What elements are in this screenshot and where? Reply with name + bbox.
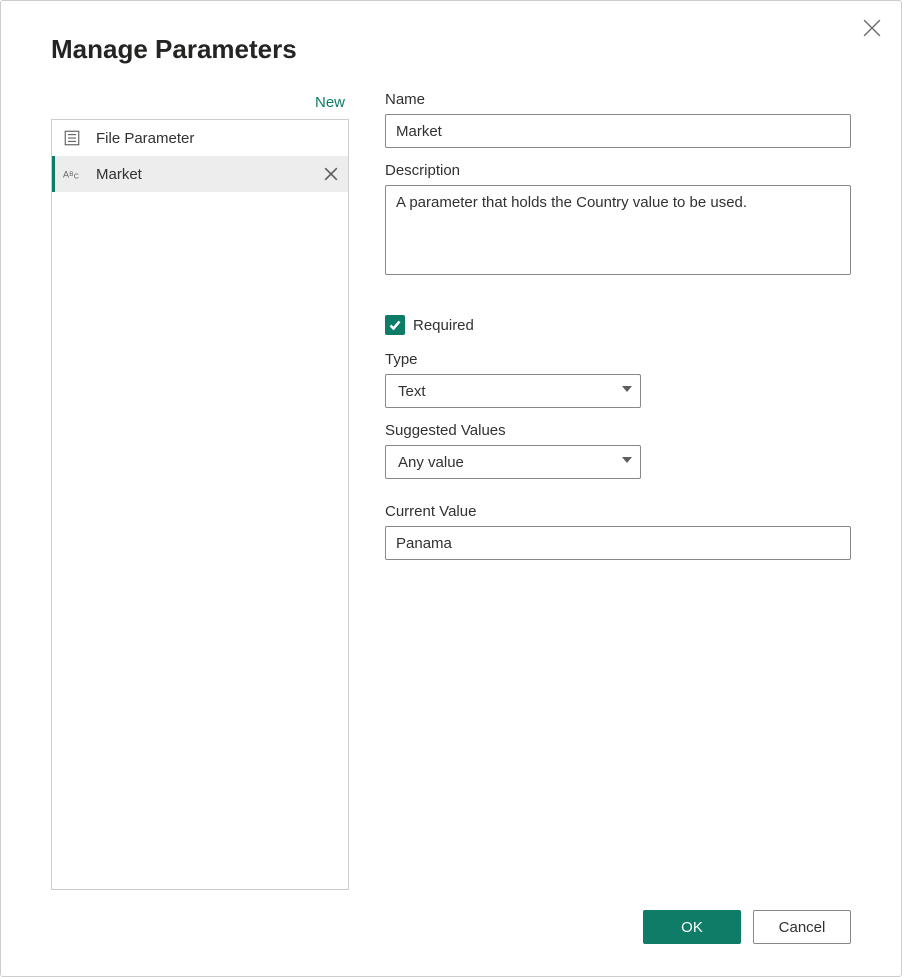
parameter-list: File Parameter ABC Market bbox=[51, 119, 349, 890]
type-dropdown[interactable]: Text bbox=[385, 374, 641, 408]
svg-text:B: B bbox=[69, 171, 73, 178]
parameter-item-label: File Parameter bbox=[96, 130, 340, 147]
parameter-item-label: Market bbox=[96, 166, 322, 183]
description-label: Description bbox=[385, 162, 851, 179]
type-dropdown-value: Text bbox=[398, 383, 426, 400]
current-value-input[interactable] bbox=[385, 526, 851, 560]
text-type-icon: ABC bbox=[62, 164, 82, 184]
dialog-footer: OK Cancel bbox=[1, 890, 901, 976]
dialog-title: Manage Parameters bbox=[1, 1, 901, 89]
manage-parameters-dialog: Manage Parameters New File Parameter ABC bbox=[0, 0, 902, 977]
type-label: Type bbox=[385, 351, 851, 368]
file-parameter-icon bbox=[62, 128, 82, 148]
name-input[interactable] bbox=[385, 114, 851, 148]
cancel-button[interactable]: Cancel bbox=[753, 910, 851, 944]
ok-button[interactable]: OK bbox=[643, 910, 741, 944]
new-parameter-link[interactable]: New bbox=[51, 89, 349, 119]
required-label[interactable]: Required bbox=[413, 317, 474, 334]
parameter-item-market[interactable]: ABC Market bbox=[52, 156, 348, 192]
svg-text:C: C bbox=[74, 172, 79, 181]
suggested-values-label: Suggested Values bbox=[385, 422, 851, 439]
parameter-list-panel: New File Parameter ABC Market bbox=[51, 89, 349, 890]
parameter-form: Name Description A parameter that holds … bbox=[385, 89, 851, 890]
delete-parameter-button[interactable] bbox=[322, 165, 340, 183]
chevron-down-icon bbox=[622, 457, 632, 467]
parameter-item-file-parameter[interactable]: File Parameter bbox=[52, 120, 348, 156]
suggested-values-dropdown[interactable]: Any value bbox=[385, 445, 641, 479]
current-value-label: Current Value bbox=[385, 503, 851, 520]
required-checkbox[interactable] bbox=[385, 315, 405, 335]
suggested-values-dropdown-value: Any value bbox=[398, 454, 464, 471]
close-icon bbox=[863, 19, 881, 37]
name-label: Name bbox=[385, 91, 851, 108]
description-input[interactable]: A parameter that holds the Country value… bbox=[385, 185, 851, 275]
close-button[interactable] bbox=[861, 17, 883, 39]
svg-text:A: A bbox=[63, 170, 69, 180]
chevron-down-icon bbox=[622, 386, 632, 396]
checkmark-icon bbox=[388, 318, 402, 332]
